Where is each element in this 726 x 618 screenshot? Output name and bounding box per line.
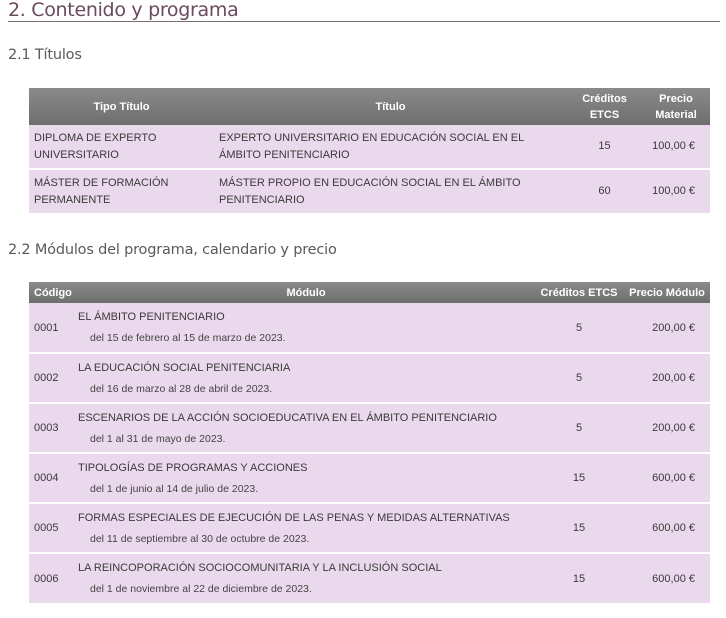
modulo-name: EL ÁMBITO PENITENCIARIO — [78, 311, 225, 323]
modulo-dates: del 11 de septiembre al 30 de octubre de… — [90, 532, 310, 545]
titulos-table: Tipo Título Título Créditos ETCS Precio … — [29, 88, 710, 213]
modulos-header-row: Código Módulo Créditos ETCS Precio Módul… — [29, 282, 710, 303]
precio-cell: 100,00 € — [642, 125, 710, 169]
creditos-cell: 60 — [567, 168, 642, 213]
tipo-titulo-cell: DIPLOMA DE EXPERTO UNIVERSITARIO — [29, 125, 214, 169]
header-modulo: Módulo — [78, 282, 534, 303]
modulo-dates: del 1 de noviembre al 22 de diciembre de… — [90, 583, 312, 595]
header-precio-material: Precio Material — [642, 88, 710, 125]
modulo-dates: del 1 de junio al 14 de julio de 2023. — [90, 482, 259, 495]
modulo-cell: FORMAS ESPECIALES DE EJECUCIÓN DE LAS PE… — [78, 502, 534, 553]
tipo-titulo-cell: MÁSTER DE FORMACIÓN PERMANENTE — [29, 168, 214, 213]
precio-cell: 600,00 € — [624, 452, 710, 503]
creditos-cell: 5 — [534, 352, 624, 403]
modulo-dates: del 1 al 31 de mayo de 2023. — [90, 432, 226, 445]
titulo-cell: MÁSTER PROPIO EN EDUCACIÓN SOCIAL EN EL … — [214, 168, 567, 213]
codigo-cell: 0006 — [29, 552, 78, 603]
table-row: MÁSTER DE FORMACIÓN PERMANENTE MÁSTER PR… — [29, 168, 710, 213]
precio-cell: 600,00 € — [624, 502, 710, 553]
header-titulo: Título — [214, 88, 567, 125]
modulo-cell: ESCENARIOS DE LA ACCIÓN SOCIOEDUCATIVA E… — [78, 402, 534, 453]
modulo-cell: EL ÁMBITO PENITENCIARIO del 15 de febrero… — [78, 303, 534, 353]
table-row: 0002 LA EDUCACIÓN SOCIAL PENITENCIARIA de… — [29, 352, 710, 403]
codigo-cell: 0005 — [29, 502, 78, 553]
section-title: 2. Contenido y programa — [8, 0, 720, 22]
modulos-heading: 2.2 Módulos del programa, calendario y p… — [8, 242, 337, 258]
creditos-cell: 5 — [534, 402, 624, 453]
modulo-name: LA EDUCACIÓN SOCIAL PENITENCIARIA — [78, 361, 291, 374]
codigo-cell: 0003 — [29, 402, 78, 453]
creditos-cell: 15 — [567, 125, 642, 169]
table-row: 0006 LA REINCOPORACIÓN SOCIOCOMUNITARIA … — [29, 552, 710, 603]
codigo-cell: 0001 — [29, 303, 78, 353]
titulos-heading: 2.1 Títulos — [8, 47, 82, 63]
table-row: 0001 EL ÁMBITO PENITENCIARIO del 15 de fe… — [29, 303, 710, 353]
modulo-cell: LA REINCOPORACIÓN SOCIOCOMUNITARIA Y LA … — [78, 552, 534, 603]
header-creditos: Créditos ETCS — [567, 88, 642, 125]
codigo-cell: 0004 — [29, 452, 78, 503]
header-codigo: Código — [29, 282, 78, 303]
header-tipo-titulo: Tipo Título — [29, 88, 214, 125]
creditos-cell: 15 — [534, 502, 624, 553]
header-creditos-etcs: Créditos ETCS — [534, 282, 624, 303]
precio-cell: 200,00 € — [624, 402, 710, 453]
precio-cell: 200,00 € — [624, 303, 710, 353]
creditos-cell: 5 — [534, 303, 624, 353]
modulo-cell: LA EDUCACIÓN SOCIAL PENITENCIARIA del 16 … — [78, 352, 534, 403]
modulo-cell: TIPOLOGÍAS DE PROGRAMAS Y ACCIONES del 1 … — [78, 452, 534, 503]
precio-cell: 600,00 € — [624, 552, 710, 603]
modulo-name: FORMAS ESPECIALES DE EJECUCIÓN DE LAS PE… — [78, 511, 510, 524]
creditos-cell: 15 — [534, 552, 624, 603]
table-row: 0005 FORMAS ESPECIALES DE EJECUCIÓN DE L… — [29, 502, 710, 553]
precio-cell: 200,00 € — [624, 352, 710, 403]
modulos-table: Código Módulo Créditos ETCS Precio Módul… — [29, 282, 710, 603]
codigo-cell: 0002 — [29, 352, 78, 403]
modulo-name: TIPOLOGÍAS DE PROGRAMAS Y ACCIONES — [78, 461, 308, 474]
modulo-name: ESCENARIOS DE LA ACCIÓN SOCIOEDUCATIVA E… — [78, 411, 497, 424]
modulo-dates: del 16 de marzo al 28 de abril de 2023. — [90, 382, 273, 395]
table-row: DIPLOMA DE EXPERTO UNIVERSITARIO EXPERTO… — [29, 125, 710, 169]
titulos-header-row: Tipo Título Título Créditos ETCS Precio … — [29, 88, 710, 125]
titulo-cell: EXPERTO UNIVERSITARIO EN EDUCACIÓN SOCIA… — [214, 125, 567, 169]
creditos-cell: 15 — [534, 452, 624, 503]
header-precio-modulo: Precio Módulo — [624, 282, 710, 303]
modulo-dates: del 15 de febrero al 15 de marzo de 2023… — [90, 332, 286, 344]
table-row: 0004 TIPOLOGÍAS DE PROGRAMAS Y ACCIONES d… — [29, 452, 710, 503]
precio-cell: 100,00 € — [642, 168, 710, 213]
table-row: 0003 ESCENARIOS DE LA ACCIÓN SOCIOEDUCAT… — [29, 402, 710, 453]
modulo-name: LA REINCOPORACIÓN SOCIOCOMUNITARIA Y LA … — [78, 562, 442, 574]
